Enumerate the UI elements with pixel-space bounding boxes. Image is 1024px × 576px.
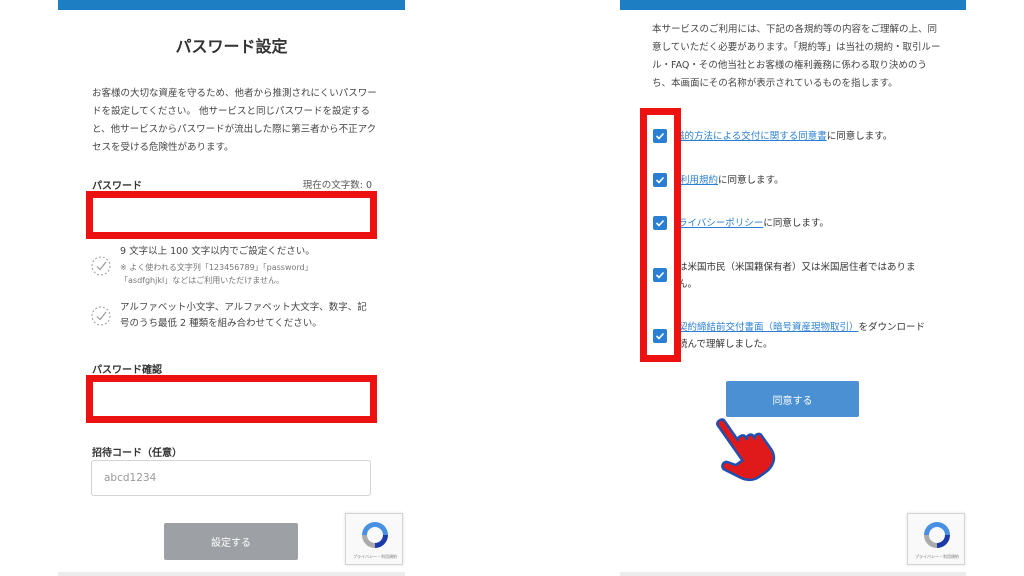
term-row-5: 契約締結前交付書面（暗号資産現物取引）をダウンロード読んで理解しました。 bbox=[678, 319, 935, 353]
recaptcha-icon bbox=[924, 522, 950, 548]
term-row-1: 磁的方法による交付に関する同意書に同意します。 bbox=[675, 128, 935, 145]
invite-code-input[interactable] bbox=[92, 461, 370, 495]
term-text: に同意します。 bbox=[826, 131, 893, 142]
term-link[interactable]: 利用規約 bbox=[680, 175, 718, 186]
rule-length-text: 9 文字以上 100 文字以内でご設定ください。 bbox=[120, 246, 315, 257]
header-bar-right bbox=[620, 0, 966, 10]
password-label: パスワード bbox=[92, 181, 142, 192]
recaptcha-text: プライバシー・利用規約 bbox=[915, 554, 959, 559]
confirm-password-label: パスワード確認 bbox=[92, 365, 162, 376]
footer-strip-left bbox=[58, 572, 405, 576]
term-row-2: 利用規約に同意します。 bbox=[680, 172, 935, 189]
recaptcha-badge[interactable]: プライバシー・利用規約 bbox=[907, 513, 965, 565]
rule-check-icon bbox=[91, 306, 111, 330]
password-intro-text: お客様の大切な資産を守るため、他者から推測されにくいパスワードを設定してください… bbox=[92, 88, 377, 153]
rule-check-icon bbox=[91, 256, 111, 280]
char-count: 現在の文字数: 0 bbox=[302, 180, 372, 191]
invite-code-label: 招待コード（任意） bbox=[92, 448, 182, 459]
pointing-hand-icon bbox=[705, 410, 777, 490]
page-title: パスワード設定 bbox=[175, 37, 288, 56]
term-text: をダウンロード bbox=[858, 322, 926, 333]
term-text-cont: 読んで理解しました。 bbox=[678, 339, 773, 350]
term-link[interactable]: 磁的方法による交付に関する同意書 bbox=[675, 131, 827, 142]
password-field-highlight bbox=[86, 191, 377, 239]
recaptcha-text: プライバシー・利用規約 bbox=[353, 554, 397, 559]
term-text: に同意します。 bbox=[718, 175, 784, 186]
term-link[interactable]: ライバシーポリシー bbox=[678, 218, 763, 229]
recaptcha-badge[interactable]: プライバシー・利用規約 bbox=[345, 513, 403, 565]
term-row-3: ライバシーポリシーに同意します。 bbox=[678, 215, 935, 232]
term-link[interactable]: 契約締結前交付書面（暗号資産現物取引） bbox=[678, 322, 859, 333]
header-bar-left bbox=[58, 0, 405, 10]
footer-strip-right bbox=[620, 572, 966, 576]
term-text: に同意します。 bbox=[763, 218, 829, 229]
terms-intro-text: 本サービスのご利用には、下記の各規約等の内容をご理解の上、同意していただく必要が… bbox=[652, 24, 941, 89]
invite-code-field bbox=[91, 460, 371, 496]
term-row-4: は米国市民（米国籍保有者）又は米国居住者ではありま ん。 bbox=[678, 259, 935, 293]
set-password-button[interactable]: 設定する bbox=[164, 523, 298, 560]
checkbox-highlight bbox=[640, 108, 681, 362]
rule-charset-text: アルファベット小文字、アルファベット大文字、数字、記号のうち最低 2 種類を組み… bbox=[120, 302, 367, 329]
password-input[interactable] bbox=[93, 198, 370, 232]
term-text: は米国市民（米国籍保有者）又は米国居住者ではありま bbox=[678, 262, 916, 273]
recaptcha-icon bbox=[362, 522, 388, 548]
confirm-password-input[interactable] bbox=[93, 382, 370, 416]
confirm-field-highlight bbox=[86, 375, 377, 423]
rule-length-note: ※ よく使われる文字列「123456789」「password」「asdfghj… bbox=[120, 263, 313, 285]
